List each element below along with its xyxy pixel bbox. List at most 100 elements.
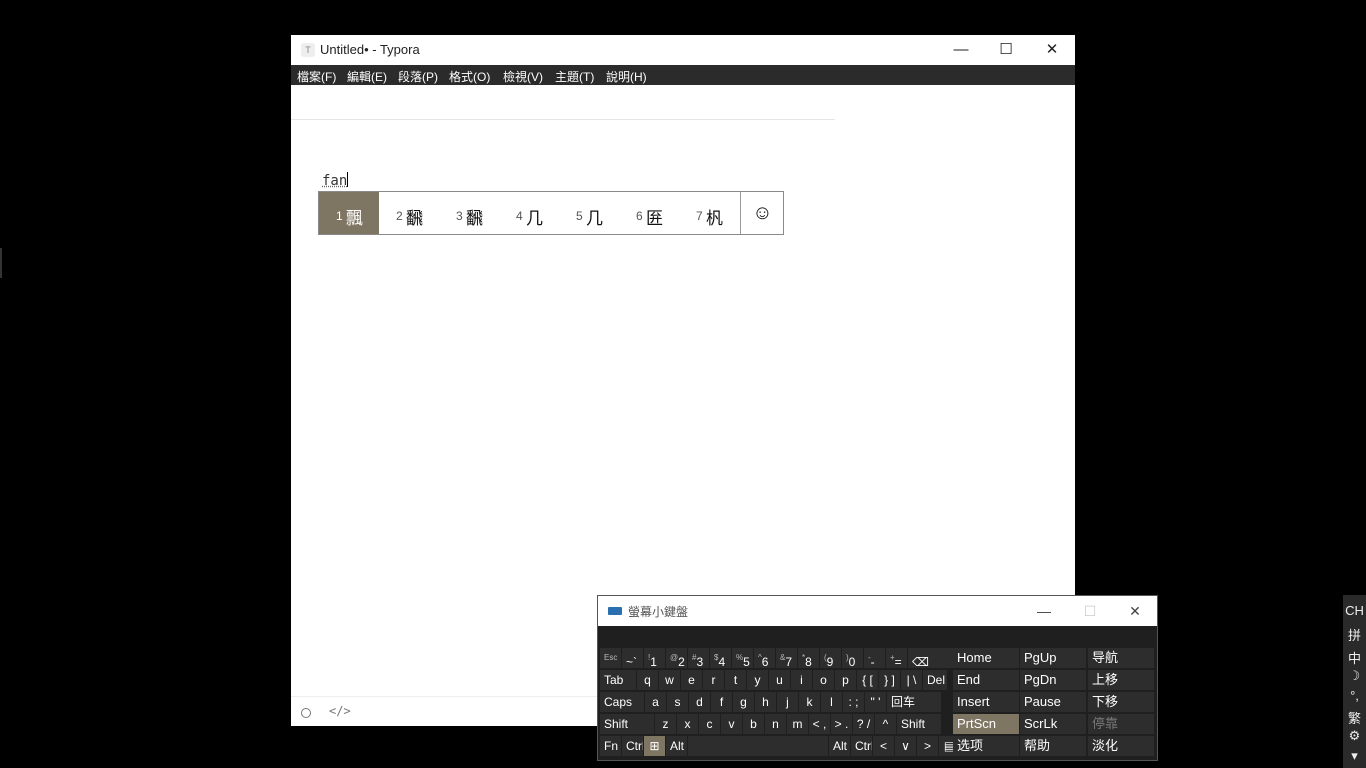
ime-candidate-2[interactable]: 2飜 bbox=[379, 192, 439, 234]
osk-key[interactable]: Shift bbox=[897, 714, 941, 734]
osk-key[interactable]: z bbox=[655, 714, 676, 734]
osk-key[interactable]: %5 bbox=[732, 648, 753, 668]
osk-key[interactable]: g bbox=[733, 692, 754, 712]
osk-key[interactable]: (9 bbox=[820, 648, 841, 668]
ime-candidate-4[interactable]: 4几 bbox=[499, 192, 559, 234]
title-bar[interactable]: T Untitled• - Typora — ☐ ✕ bbox=[291, 35, 1075, 65]
tray-item[interactable]: 拼 bbox=[1343, 625, 1366, 644]
osk-key[interactable]: y bbox=[747, 670, 768, 690]
osk-nav-key[interactable]: PrtScn bbox=[953, 714, 1019, 734]
osk-key[interactable]: v bbox=[721, 714, 742, 734]
osk-key[interactable]: ~` bbox=[622, 648, 643, 668]
tray-item[interactable]: 中 bbox=[1343, 648, 1366, 667]
osk-key[interactable]: r bbox=[703, 670, 724, 690]
osk-nav-key[interactable]: End bbox=[953, 670, 1019, 690]
osk-key[interactable]: o bbox=[813, 670, 834, 690]
tray-item[interactable]: ▾ bbox=[1343, 748, 1366, 764]
osk-key[interactable]: Shift bbox=[600, 714, 654, 734]
osk-key[interactable]: Ctrl bbox=[851, 736, 872, 756]
osk-nav-key[interactable]: PgUp bbox=[1020, 648, 1086, 668]
osk-key[interactable]: Caps bbox=[600, 692, 644, 712]
osk-key[interactable]: m bbox=[787, 714, 808, 734]
osk-key[interactable]: < , bbox=[809, 714, 830, 734]
osk-key[interactable]: $4 bbox=[710, 648, 731, 668]
osk-key[interactable]: i bbox=[791, 670, 812, 690]
osk-key[interactable]: { [ bbox=[857, 670, 878, 690]
osk-key[interactable]: ⌫ bbox=[908, 648, 954, 668]
emoji-icon[interactable]: ☺ bbox=[740, 192, 784, 234]
osk-key[interactable]: !1 bbox=[644, 648, 665, 668]
osk-key[interactable]: Alt bbox=[666, 736, 687, 756]
osk-key[interactable]: u bbox=[769, 670, 790, 690]
osk-key[interactable]: Tab bbox=[600, 670, 636, 690]
osk-key[interactable]: : ; bbox=[843, 692, 864, 712]
tray-item[interactable]: 繁 bbox=[1343, 708, 1366, 727]
osk-key[interactable]: &7 bbox=[776, 648, 797, 668]
osk-nav-key[interactable]: 淡化 bbox=[1088, 736, 1154, 756]
osk-key[interactable]: ∨ bbox=[895, 736, 916, 756]
maximize-button[interactable]: ☐ bbox=[983, 35, 1029, 65]
osk-nav-key[interactable]: 选项 bbox=[953, 736, 1019, 756]
osk-key[interactable]: f bbox=[711, 692, 732, 712]
osk-key[interactable]: @2 bbox=[666, 648, 687, 668]
tray-item[interactable]: ⚙ bbox=[1343, 728, 1366, 744]
osk-nav-key[interactable]: Home bbox=[953, 648, 1019, 668]
osk-nav-key[interactable]: ScrLk bbox=[1020, 714, 1086, 734]
osk-nav-key[interactable]: PgDn bbox=[1020, 670, 1086, 690]
osk-key[interactable]: | \ bbox=[901, 670, 922, 690]
osk-key[interactable]: " ' bbox=[865, 692, 886, 712]
ime-candidate-6[interactable]: 6匥 bbox=[619, 192, 679, 234]
osk-key[interactable]: Esc bbox=[600, 648, 621, 668]
osk-key[interactable]: j bbox=[777, 692, 798, 712]
osk-key[interactable]: t bbox=[725, 670, 746, 690]
osk-key[interactable]: h bbox=[755, 692, 776, 712]
osk-key[interactable]: } ] bbox=[879, 670, 900, 690]
osk-minimize-button[interactable]: — bbox=[1021, 596, 1067, 626]
ime-candidate-7[interactable]: 7杋 bbox=[679, 192, 739, 234]
osk-key[interactable]: w bbox=[659, 670, 680, 690]
menu-file[interactable]: 檔案(F) bbox=[297, 68, 336, 85]
osk-key[interactable]: )0 bbox=[842, 648, 863, 668]
osk-nav-key[interactable]: 帮助 bbox=[1020, 736, 1086, 756]
composition-text[interactable]: fan bbox=[322, 172, 349, 189]
osk-key[interactable]: > . bbox=[831, 714, 852, 734]
osk-key[interactable]: ^6 bbox=[754, 648, 775, 668]
close-button[interactable]: ✕ bbox=[1029, 35, 1075, 65]
osk-key[interactable]: c bbox=[699, 714, 720, 734]
ime-candidate-5[interactable]: 5几 bbox=[559, 192, 619, 234]
osk-title-bar[interactable]: 螢幕小鍵盤 — ☐ ✕ bbox=[598, 596, 1157, 626]
source-code-icon[interactable]: </> bbox=[329, 704, 351, 718]
osk-key[interactable]: d bbox=[689, 692, 710, 712]
osk-key[interactable]: > bbox=[917, 736, 938, 756]
osk-key[interactable]: l bbox=[821, 692, 842, 712]
osk-key[interactable]: -- bbox=[864, 648, 885, 668]
menu-view[interactable]: 檢視(V) bbox=[503, 68, 543, 85]
osk-nav-key[interactable]: Pause bbox=[1020, 692, 1086, 712]
osk-key[interactable]: Fn bbox=[600, 736, 621, 756]
osk-key[interactable]: n bbox=[765, 714, 786, 734]
osk-nav-key[interactable]: Insert bbox=[953, 692, 1019, 712]
osk-key[interactable]: s bbox=[667, 692, 688, 712]
tray-item[interactable]: ☽ bbox=[1343, 668, 1366, 684]
outline-toggle-icon[interactable] bbox=[301, 708, 311, 718]
osk-key[interactable]: Ctrl bbox=[622, 736, 643, 756]
menu-paragraph[interactable]: 段落(P) bbox=[398, 68, 438, 85]
menu-help[interactable]: 說明(H) bbox=[606, 68, 647, 85]
osk-key[interactable]: x bbox=[677, 714, 698, 734]
osk-key[interactable]: p bbox=[835, 670, 856, 690]
osk-key[interactable]: q bbox=[637, 670, 658, 690]
osk-key[interactable]: ⊞ bbox=[644, 736, 665, 756]
osk-nav-key[interactable]: 导航 bbox=[1088, 648, 1154, 668]
osk-key[interactable]: Alt bbox=[829, 736, 850, 756]
osk-nav-key[interactable]: 上移 bbox=[1088, 670, 1154, 690]
osk-key[interactable]: 回车 bbox=[887, 692, 941, 712]
osk-key[interactable]: #3 bbox=[688, 648, 709, 668]
menu-format[interactable]: 格式(O) bbox=[449, 68, 490, 85]
ime-candidate-3[interactable]: 3飜 bbox=[439, 192, 499, 234]
osk-spacebar[interactable] bbox=[688, 736, 828, 756]
osk-nav-key[interactable]: 停靠 bbox=[1088, 714, 1154, 734]
osk-key[interactable]: k bbox=[799, 692, 820, 712]
osk-close-button[interactable]: ✕ bbox=[1112, 596, 1158, 626]
osk-key[interactable]: < bbox=[873, 736, 894, 756]
osk-key[interactable]: += bbox=[886, 648, 907, 668]
